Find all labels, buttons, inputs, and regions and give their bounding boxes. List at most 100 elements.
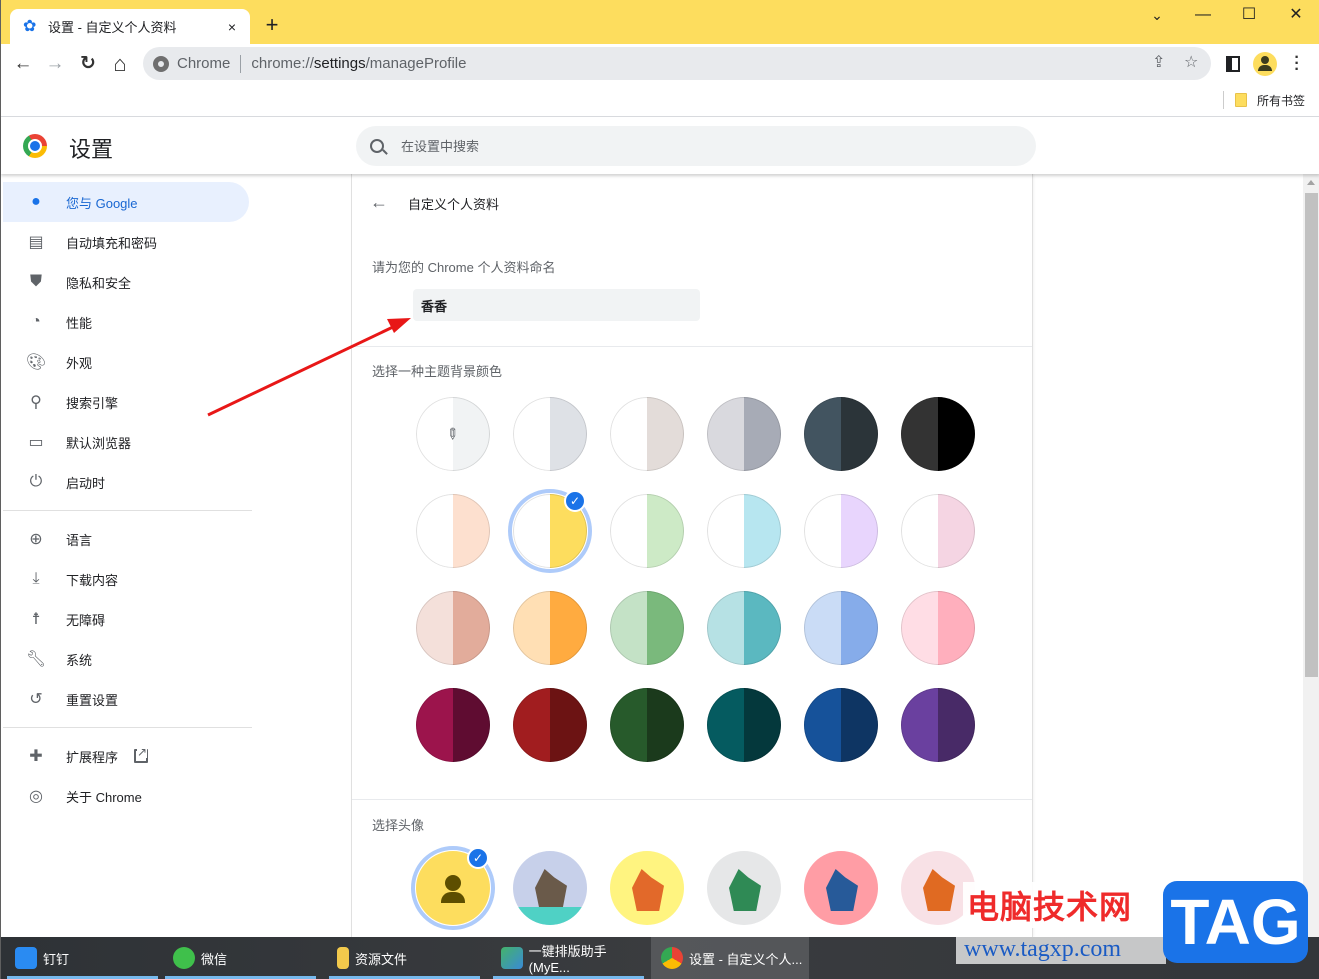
sidebar-item-reset[interactable]: ↺ 重置设置 <box>3 679 249 719</box>
taskbar-item-dingtalk[interactable]: 钉钉 <box>5 937 160 979</box>
download-icon: ⤓ <box>32 570 40 587</box>
sidebar-item-label: 您与 Google <box>66 195 138 211</box>
bookmark-star-icon[interactable]: ☆ <box>1184 52 1198 72</box>
folder-icon[interactable] <box>1235 93 1247 107</box>
theme-color-swatch[interactable] <box>416 494 490 568</box>
close-window-button[interactable]: ✕ <box>1273 0 1319 32</box>
share-icon[interactable]: ⇪ <box>1152 52 1165 72</box>
tab-close-button[interactable]: × <box>220 19 244 35</box>
sidebar-item-label: 外观 <box>66 355 93 371</box>
origami-figure <box>632 869 664 911</box>
theme-color-swatch[interactable] <box>901 494 975 568</box>
theme-color-swatch[interactable] <box>707 397 781 471</box>
taskbar-item-typeset-app[interactable]: 一键排版助手(MyE... <box>491 937 646 979</box>
theme-color-swatch[interactable] <box>804 494 878 568</box>
sidebar-item-label: 隐私和安全 <box>66 275 132 291</box>
reload-button[interactable]: ↻ <box>76 52 100 76</box>
theme-color-swatch[interactable] <box>513 591 587 665</box>
sidebar-item-languages[interactable]: ⊕ 语言 <box>3 519 249 559</box>
settings-search-input[interactable] <box>401 138 1001 154</box>
theme-color-swatch[interactable] <box>901 688 975 762</box>
tab-search-dropdown[interactable]: ⌄ <box>1134 0 1180 32</box>
avatar-option-origami-cat[interactable] <box>513 851 587 925</box>
back-arrow-icon[interactable]: ← <box>370 192 388 213</box>
sidebar-item-you-and-google[interactable]: ● 您与 Google <box>3 182 249 222</box>
new-tab-button[interactable]: + <box>259 12 285 38</box>
menu-kebab-icon[interactable]: · · · <box>1285 50 1309 78</box>
theme-color-swatch[interactable] <box>610 591 684 665</box>
scrollbar-thumb[interactable] <box>1305 193 1318 677</box>
home-button[interactable]: ⌂ <box>108 52 132 76</box>
sidebar-item-on-startup[interactable]: ⏻ 启动时 <box>3 462 249 502</box>
theme-color-swatch[interactable] <box>416 591 490 665</box>
maximize-button[interactable]: ☐ <box>1226 0 1272 32</box>
origami-figure <box>826 869 858 911</box>
scroll-up-arrow-icon[interactable] <box>1307 180 1315 185</box>
wrench-icon: 🔧︎ <box>25 651 47 668</box>
theme-color-swatch[interactable] <box>901 397 975 471</box>
taskbar-item-folder[interactable]: 资源文件 <box>327 937 482 979</box>
sidebar-item-downloads[interactable]: ⤓ 下载内容 <box>3 559 249 599</box>
sidebar-item-accessibility[interactable]: ☨ 无障碍 <box>3 599 249 639</box>
sidebar-item-appearance[interactable]: 🎨︎ 外观 <box>3 342 249 382</box>
theme-color-swatch[interactable] <box>416 688 490 762</box>
url-scheme: chrome:// <box>251 55 314 72</box>
sidebar-item-label: 语言 <box>66 532 93 548</box>
clipboard-icon: ▤ <box>28 234 44 251</box>
all-bookmarks-button[interactable]: 所有书签 <box>1257 92 1305 109</box>
taskbar-item-label: 微信 <box>201 951 228 967</box>
toolbar: ← → ↻ ⌂ Chrome chrome:// settings /manag… <box>1 44 1319 84</box>
sidebar-item-search-engine[interactable]: ⚲ 搜索引擎 <box>3 382 249 422</box>
forward-button[interactable]: → <box>43 52 67 76</box>
side-panel-button[interactable] <box>1221 52 1245 76</box>
avatar-option-origami-dragon[interactable] <box>707 851 781 925</box>
theme-color-swatch[interactable] <box>804 397 878 471</box>
theme-color-swatch[interactable] <box>610 397 684 471</box>
sidebar-item-label: 扩展程序 <box>66 749 119 765</box>
minimize-button[interactable]: — <box>1180 0 1226 32</box>
theme-color-swatch[interactable] <box>610 494 684 568</box>
sidebar-item-default-browser[interactable]: ▭ 默认浏览器 <box>3 422 249 462</box>
origami-figure <box>923 869 955 911</box>
watermark-tag-logo: TAG <box>1163 881 1308 963</box>
sidebar-item-extensions[interactable]: ✚ 扩展程序 <box>3 736 249 776</box>
speedometer-icon: ◔ <box>31 313 41 330</box>
puzzle-icon: ✚ <box>29 748 43 765</box>
sidebar-item-about-chrome[interactable]: ◎ 关于 Chrome <box>3 776 249 816</box>
sidebar-item-system[interactable]: 🔧︎ 系统 <box>3 639 249 679</box>
theme-color-swatch[interactable] <box>707 688 781 762</box>
theme-color-swatch[interactable] <box>901 591 975 665</box>
taskbar-item-chrome[interactable]: 设置 - 自定义个人... <box>651 937 809 979</box>
avatar-option-origami-elephant[interactable] <box>804 851 878 925</box>
avatar-label: 选择头像 <box>372 818 425 833</box>
selected-check-icon: ✓ <box>564 490 586 512</box>
dingtalk-icon <box>15 947 37 969</box>
site-chip: Chrome <box>177 55 231 72</box>
watermark-url: www.tagxp.com <box>956 937 1166 964</box>
taskbar-item-label: 一键排版助手(MyE... <box>528 944 607 975</box>
theme-color-swatch[interactable] <box>804 688 878 762</box>
theme-color-swatch[interactable] <box>707 591 781 665</box>
tab-settings[interactable]: ✿ 设置 - 自定义个人资料 × <box>10 9 250 44</box>
back-button[interactable]: ← <box>11 52 35 76</box>
profile-avatar-button[interactable] <box>1253 52 1277 76</box>
theme-color-swatch[interactable] <box>610 688 684 762</box>
settings-search[interactable] <box>356 126 1036 166</box>
page-scrollbar[interactable] <box>1303 174 1319 937</box>
theme-color-swatch[interactable] <box>804 591 878 665</box>
sidebar-item-performance[interactable]: ◔ 性能 <box>3 302 249 342</box>
avatar-option-origami-corgi[interactable] <box>610 851 684 925</box>
profile-name-input[interactable] <box>413 289 700 321</box>
taskbar-item-wechat[interactable]: 微信 <box>163 937 318 979</box>
sidebar-item-autofill[interactable]: ▤ 自动填充和密码 <box>3 222 249 262</box>
sidebar-item-privacy[interactable]: ⛊ 隐私和安全 <box>3 262 249 302</box>
theme-color-swatch[interactable] <box>513 397 587 471</box>
address-bar[interactable]: Chrome chrome:// settings /manageProfile <box>143 47 1211 80</box>
theme-color-swatch[interactable] <box>513 688 587 762</box>
page-title: 设置 <box>69 137 114 162</box>
theme-color-swatch[interactable] <box>707 494 781 568</box>
divider <box>352 346 1032 347</box>
custom-color-swatch[interactable]: ✎ <box>416 397 490 471</box>
selected-check-icon: ✓ <box>467 847 489 869</box>
palette-icon: 🎨︎ <box>25 354 47 371</box>
